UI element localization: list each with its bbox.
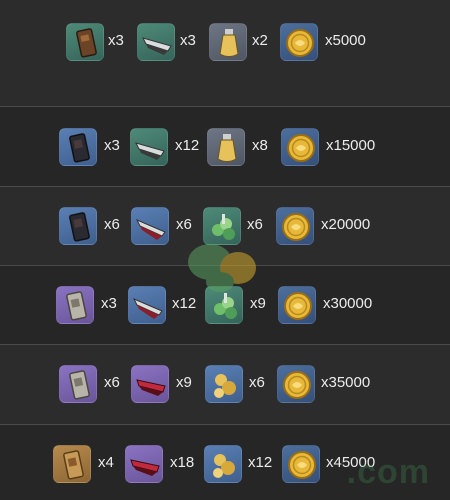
- herb-cluster-icon: [205, 286, 243, 324]
- quantity-label: x9: [250, 295, 266, 312]
- quantity-label: x5000: [325, 32, 366, 49]
- herb-cluster-icon: [203, 207, 241, 245]
- gold-ore-icon: [213, 454, 235, 478]
- table-row: x3 x3 x2 x5000: [0, 0, 450, 107]
- quantity-label: x9: [176, 374, 192, 391]
- blade-fragment-icon: [137, 23, 175, 61]
- gold-coin-icon: [284, 292, 312, 320]
- blade-red-icon: [132, 298, 163, 319]
- quantity-label: x2: [252, 32, 268, 49]
- gold-coin-icon: [278, 286, 316, 324]
- potion-vial-icon: [209, 23, 247, 61]
- gold-coin-icon: [283, 371, 311, 399]
- quantity-label: x12: [248, 454, 273, 471]
- quantity-label: x6: [247, 216, 263, 233]
- blade-crimson-icon: [130, 459, 160, 476]
- talisman-silver-icon: [69, 370, 90, 400]
- quantity-label: x3: [108, 32, 124, 49]
- talisman-silver-icon: [66, 291, 87, 321]
- blade-fragment-icon: [135, 142, 165, 160]
- table-row: x6 x9 x6 x35000: [0, 345, 450, 425]
- quantity-label: x3: [104, 137, 120, 154]
- quantity-label: x6: [249, 374, 265, 391]
- gold-coin-icon: [280, 23, 318, 61]
- gold-coin-icon: [282, 213, 310, 241]
- quantity-label: x30000: [323, 295, 373, 312]
- blade-crimson-icon: [131, 365, 169, 403]
- blade-crimson-icon: [125, 445, 163, 483]
- quantity-label: x3: [101, 295, 117, 312]
- talisman-brown-icon: [76, 28, 97, 58]
- material-requirements-table: x3 x3 x2 x5000 x3 x12 x8 x15000 x6 x6 x6…: [0, 0, 450, 500]
- blade-red-icon: [128, 286, 166, 324]
- quantity-label: x45000: [326, 454, 376, 471]
- quantity-label: x35000: [321, 374, 371, 391]
- gold-coin-icon: [276, 207, 314, 245]
- talisman-gold-icon: [53, 445, 91, 483]
- gold-coin-icon: [286, 29, 314, 57]
- potion-vial-icon: [219, 29, 239, 57]
- blade-red-icon: [135, 219, 166, 240]
- potion-vial-icon: [217, 134, 237, 162]
- gold-ore-icon: [204, 445, 242, 483]
- talisman-dark-icon: [59, 128, 97, 166]
- blade-fragment-icon: [142, 37, 172, 55]
- blade-red-icon: [131, 207, 169, 245]
- quantity-label: x4: [98, 454, 114, 471]
- quantity-label: x6: [104, 374, 120, 391]
- blade-fragment-icon: [130, 128, 168, 166]
- gold-coin-icon: [281, 128, 319, 166]
- quantity-label: x3: [180, 32, 196, 49]
- blade-crimson-icon: [136, 379, 166, 396]
- quantity-label: x12: [172, 295, 197, 312]
- quantity-label: x20000: [321, 216, 371, 233]
- quantity-label: x6: [176, 216, 192, 233]
- quantity-label: x12: [175, 137, 200, 154]
- talisman-silver-icon: [56, 286, 94, 324]
- gold-ore-icon: [214, 374, 236, 398]
- herb-cluster-icon: [214, 293, 237, 319]
- quantity-label: x15000: [326, 137, 376, 154]
- gold-coin-icon: [282, 445, 320, 483]
- quantity-label: x6: [104, 216, 120, 233]
- potion-vial-icon: [207, 128, 245, 166]
- gold-coin-icon: [288, 451, 316, 479]
- quantity-label: x8: [252, 137, 268, 154]
- talisman-dark-icon: [69, 212, 90, 242]
- herb-cluster-icon: [212, 214, 235, 240]
- gold-coin-icon: [287, 134, 315, 162]
- talisman-gold-icon: [63, 450, 84, 480]
- talisman-dark-icon: [69, 133, 90, 163]
- gold-coin-icon: [277, 365, 315, 403]
- table-row: x3 x12 x9 x30000: [0, 266, 450, 345]
- talisman-dark-icon: [59, 207, 97, 245]
- talisman-brown-icon: [66, 23, 104, 61]
- gold-ore-icon: [205, 365, 243, 403]
- table-row: x3 x12 x8 x15000: [0, 107, 450, 187]
- table-row: x4 x18 x12 x45000: [0, 425, 450, 500]
- quantity-label: x18: [170, 454, 195, 471]
- table-row: x6 x6 x6 x20000: [0, 187, 450, 266]
- talisman-silver-icon: [59, 365, 97, 403]
